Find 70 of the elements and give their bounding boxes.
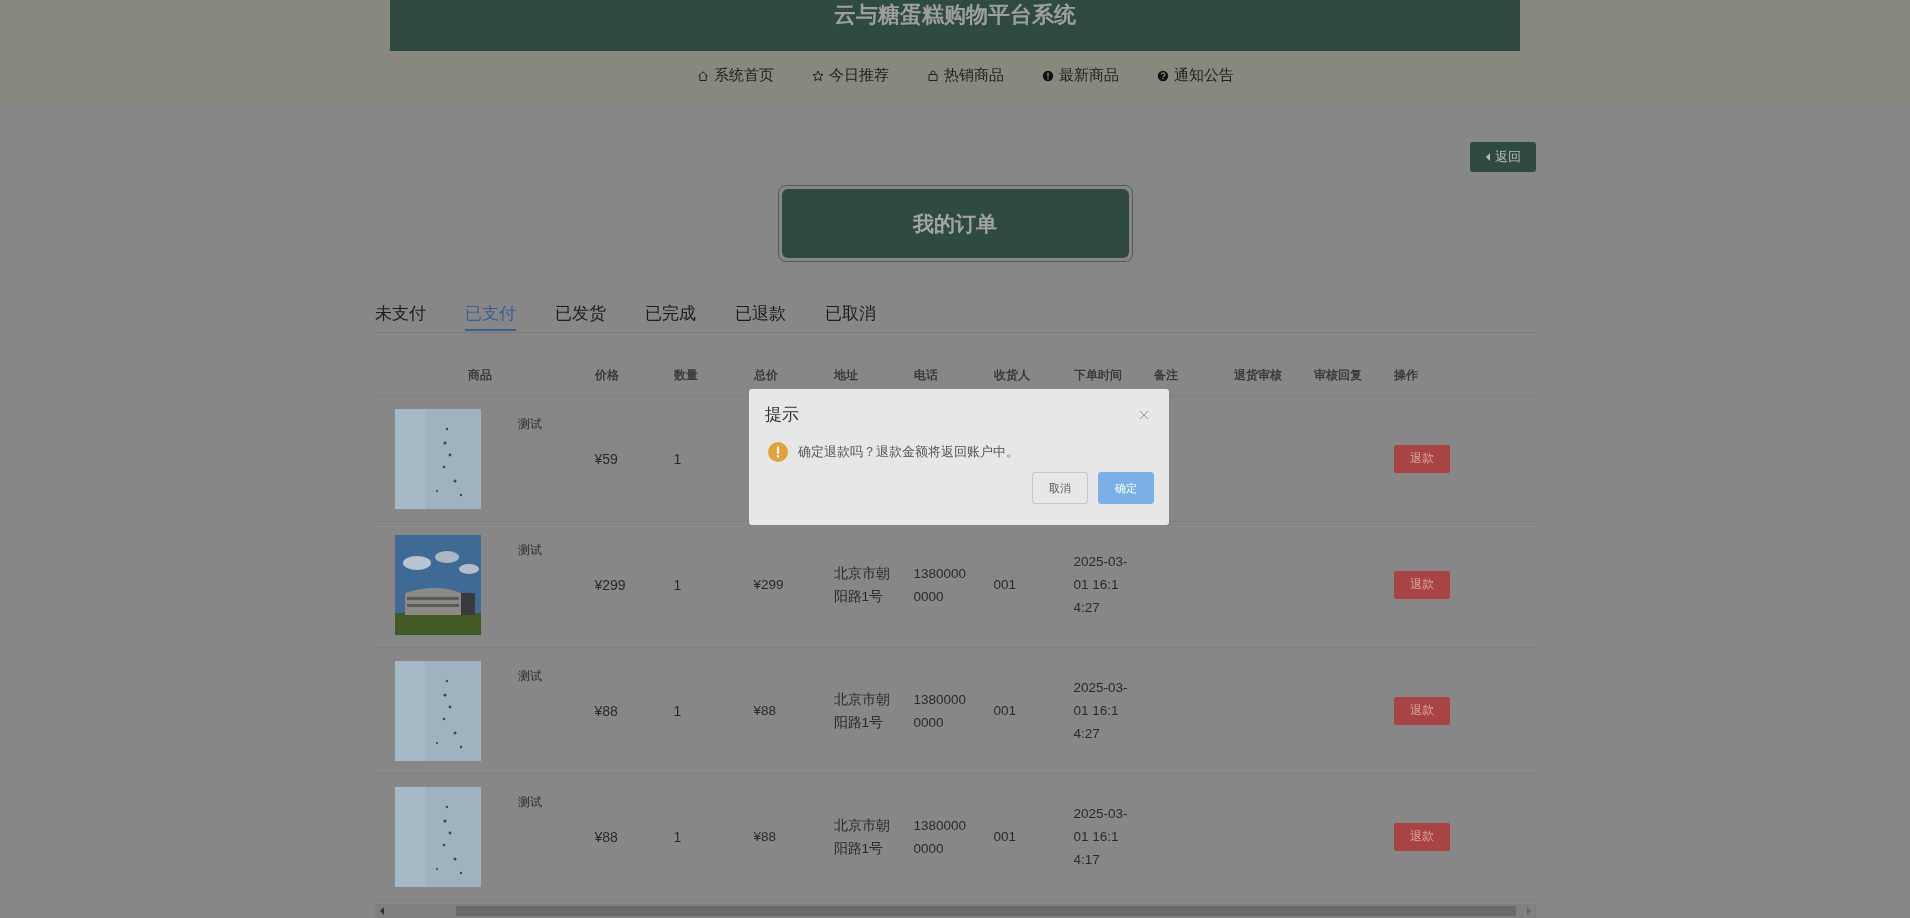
quantity-cell: 1: [673, 576, 682, 593]
table-cell-text: 001: [993, 576, 1018, 594]
table-cell-text: 2025-03-01 16:14:27: [1073, 553, 1129, 617]
dialog-title: 提示: [765, 404, 799, 426]
quantity-cell: 1: [673, 702, 682, 719]
table-cell-text: 2025-03-01 16:14:17: [1073, 805, 1129, 869]
bag-icon: [926, 69, 939, 82]
column-header: 电话: [913, 367, 938, 382]
refund-button[interactable]: 退款: [1393, 696, 1450, 725]
column-header: 价格: [594, 367, 619, 382]
price-cell: ¥88: [594, 828, 618, 845]
scroll-left-icon[interactable]: [378, 907, 385, 915]
table-cell-text: 北京市朝阳路1号: [833, 564, 890, 606]
tab[interactable]: 已取消: [824, 300, 876, 329]
table-cell-text: 001: [993, 702, 1018, 720]
column-header: 退货审核: [1233, 367, 1282, 382]
table-cell-text: 北京市朝阳路1号: [833, 816, 890, 858]
table-cell-text: 13800000000: [913, 816, 968, 858]
table-cell-text: ¥88: [753, 702, 778, 720]
refund-button[interactable]: 退款: [1393, 570, 1450, 599]
quantity-cell: 1: [673, 828, 682, 845]
cancel-button[interactable]: 取消: [1032, 472, 1088, 504]
table-cell-text: 13800000000: [913, 690, 968, 732]
table-cell-text: 13800000000: [913, 564, 968, 606]
horizontal-scrollbar[interactable]: [374, 904, 1536, 918]
nav-link[interactable]: 热销商品: [926, 66, 1004, 85]
scroll-right-icon[interactable]: [1525, 907, 1532, 915]
nav-link[interactable]: 通知公告: [1156, 66, 1234, 85]
table-cell-text: ¥299: [753, 576, 785, 594]
warning-icon: [768, 442, 788, 462]
column-header: 收货人: [993, 367, 1030, 382]
tab[interactable]: 已发货: [554, 300, 606, 329]
refund-button[interactable]: 退款: [1393, 444, 1450, 473]
table-cell-text: 北京市朝阳路1号: [833, 690, 890, 732]
nav-link[interactable]: 最新商品: [1041, 66, 1119, 85]
column-header: 下单时间: [1073, 367, 1122, 382]
site-title: 云与糖蛋糕购物平台系统: [834, 2, 1076, 28]
product-name: 测试: [517, 543, 542, 557]
alert-icon: [1041, 69, 1054, 82]
home-icon: [696, 69, 709, 82]
tab[interactable]: 已退款: [734, 300, 786, 329]
column-header: 商品: [467, 367, 492, 382]
product-name: 测试: [517, 795, 542, 809]
back-button[interactable]: 返回: [1469, 142, 1536, 172]
table-cell-text: 2025-03-01 16:14:27: [1073, 679, 1129, 743]
price-cell: ¥299: [594, 576, 626, 593]
help-icon: [1156, 69, 1169, 82]
dialog-message: 确定退款吗？退款金额将返回账户中。: [798, 443, 1019, 461]
column-header: 备注: [1153, 367, 1178, 382]
quantity-cell: 1: [673, 450, 682, 467]
table-cell-text: ¥88: [753, 828, 778, 846]
table-cell-text: 001: [993, 828, 1018, 846]
tab[interactable]: 未支付: [374, 300, 426, 329]
column-header: 地址: [833, 367, 858, 382]
product-name: 测试: [517, 669, 542, 683]
column-header: 操作: [1393, 367, 1418, 382]
close-icon[interactable]: [1139, 409, 1149, 420]
star-icon: [811, 69, 824, 82]
column-header: 审核回复: [1313, 367, 1362, 382]
price-cell: ¥88: [594, 702, 618, 719]
column-header: 总价: [753, 367, 778, 382]
tab[interactable]: 已完成: [644, 300, 696, 329]
column-header: 数量: [673, 367, 698, 382]
product-name: 测试: [517, 417, 542, 431]
nav-link[interactable]: 系统首页: [696, 66, 774, 85]
page-title: 我的订单: [781, 189, 1129, 258]
refund-button[interactable]: 退款: [1393, 822, 1450, 851]
caret-icon: [1484, 152, 1491, 162]
nav-link[interactable]: 今日推荐: [811, 66, 889, 85]
price-cell: ¥59: [594, 450, 618, 467]
